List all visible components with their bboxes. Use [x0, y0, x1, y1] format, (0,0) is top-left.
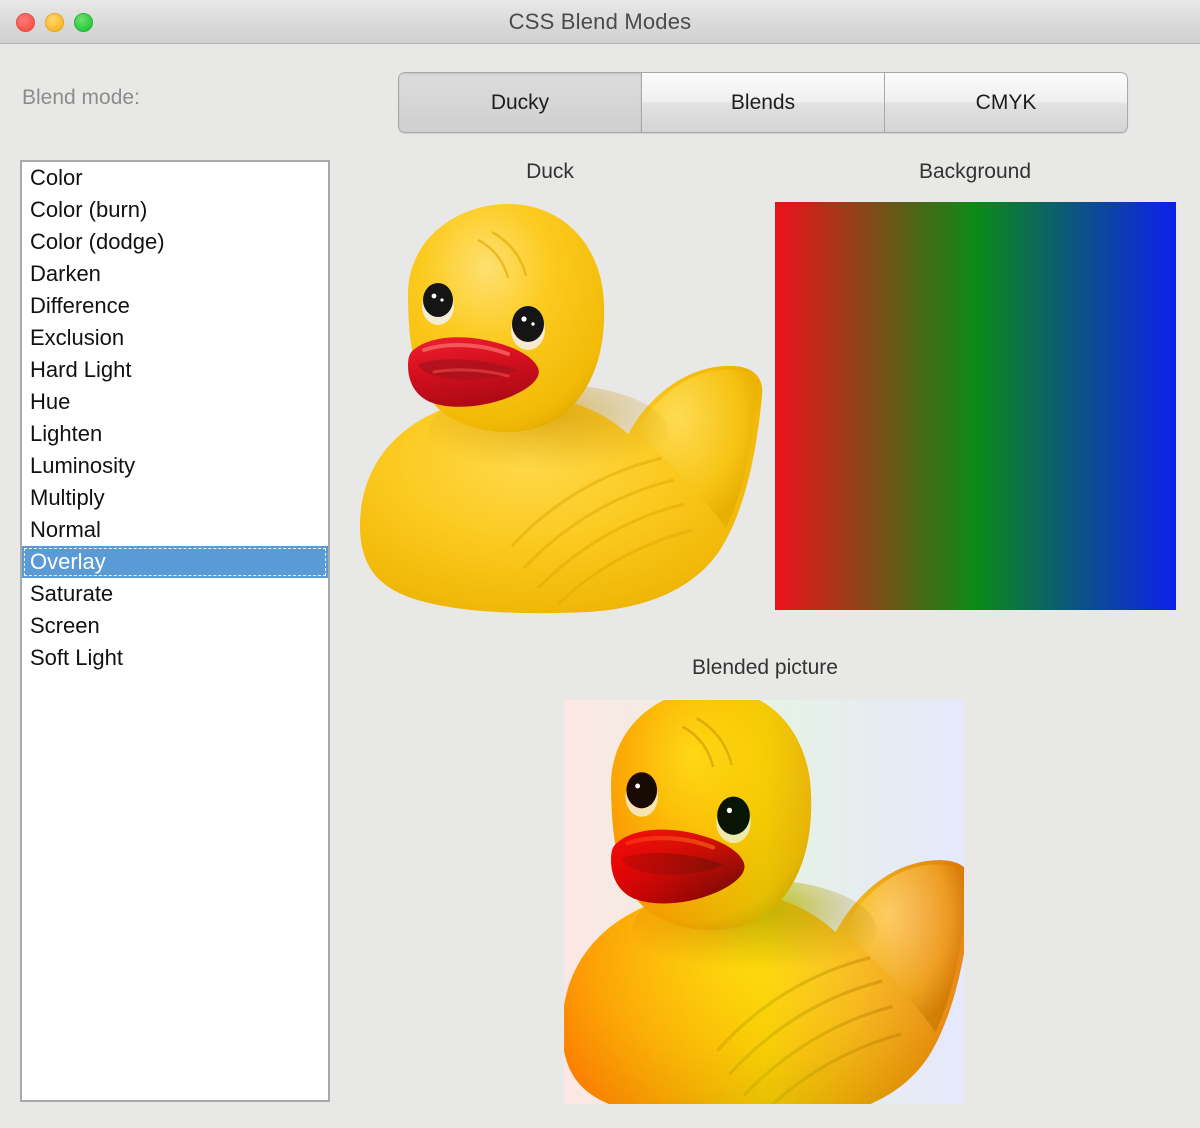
blend-mode-option[interactable]: Color	[22, 162, 328, 194]
title-bar: CSS Blend Modes	[0, 0, 1200, 44]
window-title: CSS Blend Modes	[508, 9, 692, 34]
duck-illustration	[360, 204, 763, 614]
blend-mode-option[interactable]: Exclusion	[22, 322, 328, 354]
background-caption: Background	[918, 160, 1032, 183]
blend-mode-option-selected[interactable]: Overlay	[22, 546, 328, 578]
duck-right-eye	[511, 306, 545, 350]
blend-mode-option[interactable]: Luminosity	[22, 450, 328, 482]
blend-mode-option[interactable]: Color (burn)	[22, 194, 328, 226]
blend-mode-option[interactable]: Normal	[22, 514, 328, 546]
blend-mode-option[interactable]: Hue	[22, 386, 328, 418]
blend-mode-option[interactable]: Difference	[22, 290, 328, 322]
blend-mode-option[interactable]: Lighten	[22, 418, 328, 450]
duck-left-eye	[422, 283, 454, 325]
blended-caption: Blended picture	[692, 656, 838, 679]
blend-mode-option[interactable]: Hard Light	[22, 354, 328, 386]
app-window: CSS Blend Modes Blend mode: Ducky Blends…	[0, 0, 1200, 1128]
tab-cmyk[interactable]: CMYK	[885, 73, 1127, 132]
background-gradient-image	[775, 202, 1176, 610]
tab-ducky[interactable]: Ducky	[399, 73, 642, 132]
duck-caption: Duck	[526, 160, 574, 183]
blend-mode-option[interactable]: Color (dodge)	[22, 226, 328, 258]
blended-image	[564, 700, 964, 1104]
blend-mode-option[interactable]: Saturate	[22, 578, 328, 610]
blend-mode-option[interactable]: Soft Light	[22, 642, 328, 674]
blended-duck-illustration	[564, 700, 964, 1104]
blend-mode-option[interactable]: Screen	[22, 610, 328, 642]
tab-bar: Ducky Blends CMYK	[398, 72, 1128, 133]
blend-mode-label: Blend mode:	[22, 86, 140, 109]
blend-mode-listbox[interactable]: Color Color (burn) Color (dodge) Darken Diff…	[20, 160, 330, 1102]
duck-image	[352, 196, 768, 636]
tab-blends[interactable]: Blends	[642, 73, 885, 132]
blend-mode-option[interactable]: Multiply	[22, 482, 328, 514]
blend-mode-option[interactable]: Darken	[22, 258, 328, 290]
